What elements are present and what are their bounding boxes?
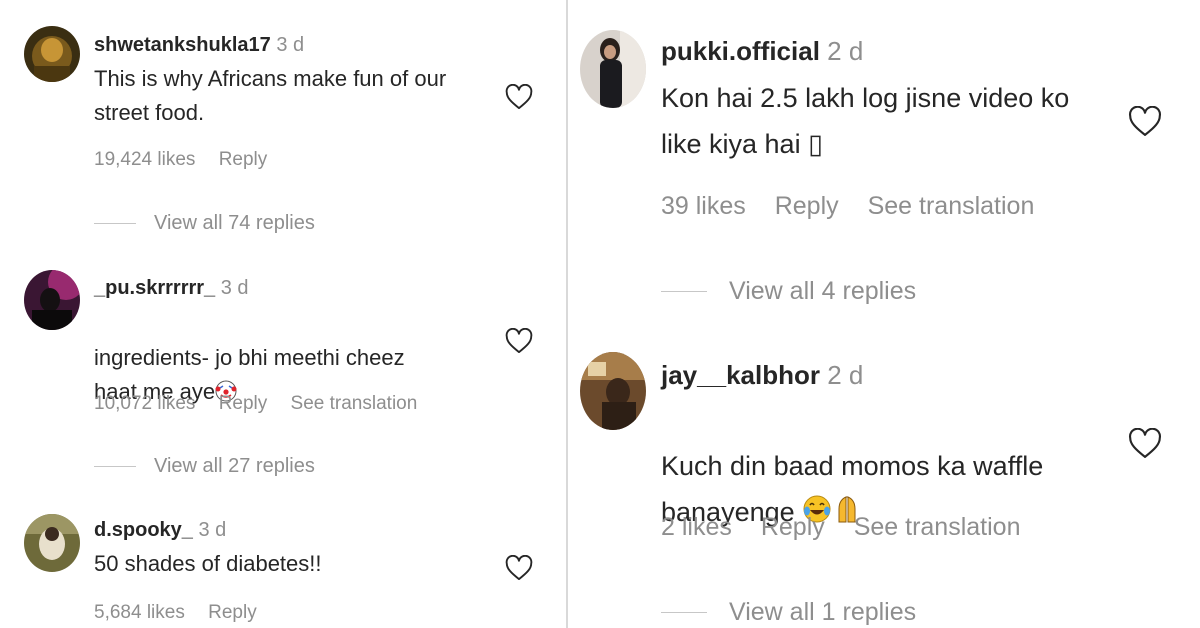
avatar[interactable] xyxy=(580,352,646,430)
reply-button[interactable]: Reply xyxy=(208,602,257,624)
comment-username[interactable]: jay__kalbhor 2 d xyxy=(661,360,863,391)
panel-divider xyxy=(566,0,568,628)
heart-outline-icon[interactable] xyxy=(505,555,533,581)
see-translation-button[interactable]: See translation xyxy=(854,513,1021,542)
reply-button[interactable]: Reply xyxy=(761,513,825,542)
left-comments-panel: shwetankshukla17 3 d This is why African… xyxy=(0,0,565,628)
comment-item: d.spooky_ 3 d 50 shades of diabetes!! 5,… xyxy=(0,0,565,628)
comment-time: 2 d xyxy=(827,360,864,390)
username-text[interactable]: jay__kalbhor xyxy=(661,360,820,390)
heart-outline-icon[interactable] xyxy=(1128,428,1162,459)
username-text[interactable]: d.spooky_ xyxy=(94,519,193,541)
comment-time: 3 d xyxy=(198,519,227,541)
comment-meta: 5,684 likes Reply xyxy=(94,602,257,624)
replies-divider-line xyxy=(661,612,707,613)
comment-text: 50 shades of diabetes!! xyxy=(94,551,322,576)
likes-count[interactable]: 5,684 likes xyxy=(94,602,185,624)
view-replies-button[interactable]: View all 1 replies xyxy=(661,598,916,627)
avatar[interactable] xyxy=(24,514,80,572)
comment-username[interactable]: d.spooky_ 3 d xyxy=(94,519,226,542)
likes-count[interactable]: 2 likes xyxy=(661,513,732,542)
comment-item: jay__kalbhor 2 d Kuch din baad momos ka … xyxy=(571,0,1200,628)
comment-meta: 2 likes Reply See translation xyxy=(661,513,1020,542)
right-comments-panel: pukki.official 2 d Kon hai 2.5 lakh log … xyxy=(571,0,1200,628)
view-replies-label[interactable]: View all 1 replies xyxy=(729,598,916,627)
